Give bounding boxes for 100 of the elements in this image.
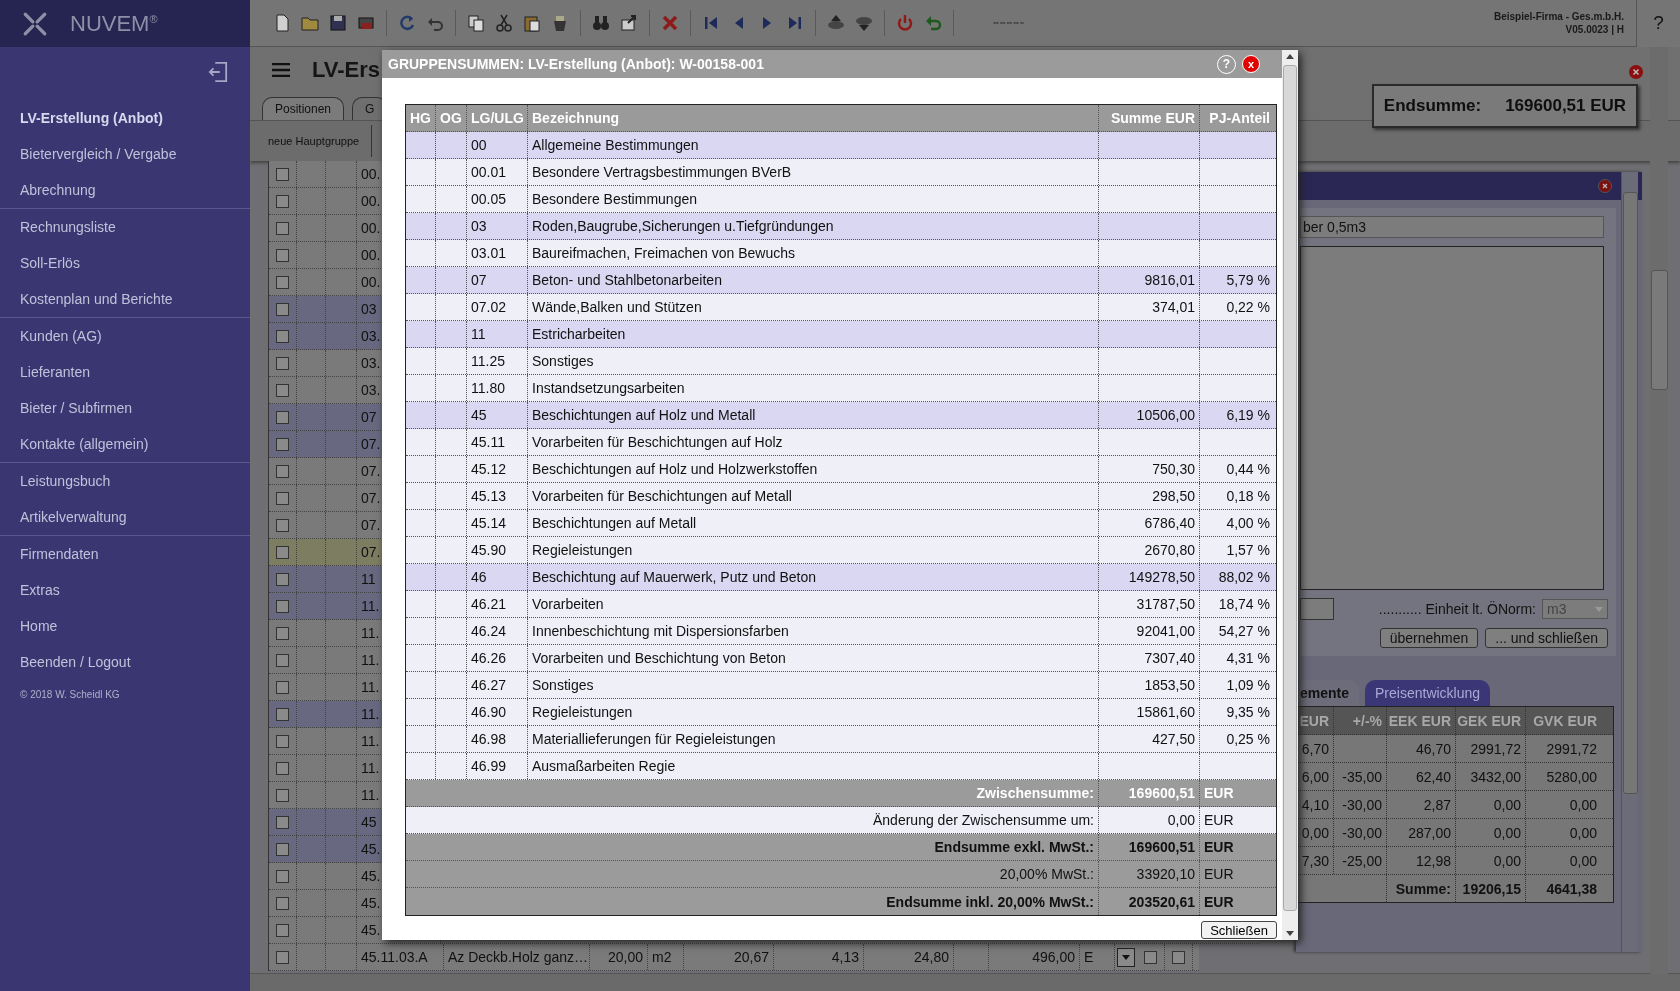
help-button[interactable]: ? [1636,0,1680,47]
checkbox[interactable] [276,275,289,289]
checkbox[interactable] [276,194,289,208]
table-cell: 7307,40 [1099,645,1200,671]
close-icon[interactable] [1629,65,1643,79]
sidebar-item[interactable]: Extras [0,572,250,608]
sidebar-item[interactable]: Beenden / Logout [0,644,250,680]
checkbox[interactable] [276,518,289,532]
vertical-scrollbar[interactable] [1650,47,1668,974]
checkbox[interactable] [1144,950,1157,964]
summary-value: 169600,51 [1099,780,1200,806]
currency-label: EUR [1203,811,1235,830]
close-button[interactable]: Schließen [1201,921,1277,939]
checkbox[interactable] [276,383,289,397]
checkbox[interactable] [276,869,289,883]
checkbox[interactable] [276,248,289,262]
table-cell: 92041,00 [1099,618,1200,644]
sidebar-item[interactable]: Bietervergleich / Vergabe [0,136,250,172]
table-cell: Roden,Baugrube,Sicherungen u.Tiefgründungen [528,213,1099,239]
tab[interactable]: emente [1296,680,1360,706]
summary-value: 203520,61 [1099,888,1200,915]
new-group-button[interactable]: neue Hauptgruppe [250,125,373,157]
checkbox[interactable] [276,329,289,343]
checkbox[interactable] [276,545,289,559]
sidebar-item[interactable]: Rechnungsliste [0,209,250,245]
checkbox[interactable] [1172,950,1185,964]
checkbox[interactable] [276,842,289,856]
input-field[interactable] [1300,598,1334,620]
checkbox[interactable] [276,896,289,910]
checkbox[interactable] [276,788,289,802]
text-field[interactable]: ber 0,5m3 [1300,216,1604,238]
scroll-down-arrow-icon[interactable] [1286,931,1294,936]
table-cell: 46.26 [467,645,528,671]
checkbox[interactable] [276,923,289,937]
table-cell: Beton- und Stahlbetonarbeiten [528,267,1099,293]
action-button[interactable]: übernehmen [1379,628,1479,648]
scroll-up-arrow-icon[interactable] [1286,54,1294,59]
horizontal-scrollbar[interactable] [250,973,1680,991]
sidebar-item[interactable]: Abrechnung [0,172,250,208]
vertical-scrollbar[interactable] [1282,50,1298,940]
collapse-sidebar-icon[interactable] [208,61,228,83]
table-cell: Beschichtungen auf Holz und Holzwerkstoffen [528,456,1099,482]
column-header: OG [436,105,467,131]
checkbox[interactable] [276,491,289,505]
sidebar-item[interactable]: Lieferanten [0,354,250,390]
checkbox[interactable] [276,653,289,667]
checkbox[interactable] [276,221,289,235]
table-cell: 03 [467,213,528,239]
table-cell: 03.01 [467,240,528,266]
sidebar-item[interactable]: Soll-Erlös [0,245,250,281]
checkbox[interactable] [276,302,289,316]
delete-icon[interactable] [660,13,680,33]
table-cell: 45.11.03.A [357,944,444,970]
checkbox[interactable] [276,356,289,370]
tab[interactable]: Positionen [262,97,345,120]
sidebar-item[interactable]: Kostenplan und Berichte [0,281,250,317]
table-cell: 0,00 [1456,791,1526,818]
checkbox[interactable] [276,626,289,640]
table-cell: Innenbeschichtung mit Dispersionsfarben [528,618,1099,644]
sidebar-item[interactable]: Artikelverwaltung [0,499,250,535]
column-header: GEK EUR [1456,707,1526,734]
table-cell: Vorarbeiten [528,591,1099,617]
table-cell: 10506,00 [1099,402,1200,428]
checkbox[interactable] [276,572,289,586]
binoculars-icon[interactable] [591,13,611,33]
copy-icon[interactable] [466,13,486,33]
action-button[interactable]: ... und schließen [1485,628,1608,648]
sidebar-item[interactable]: Firmendaten [0,536,250,572]
tab[interactable]: Preisentwicklung [1365,680,1491,706]
logo-icon [22,10,48,37]
power-icon[interactable] [895,13,915,33]
refresh-icon[interactable] [397,13,417,33]
column-header: GVK EUR [1532,711,1598,731]
save-icon[interactable] [328,13,348,33]
vertical-scrollbar[interactable] [1621,172,1638,952]
paste-icon[interactable] [522,13,542,33]
checkbox[interactable] [276,680,289,694]
checkbox[interactable] [276,734,289,748]
checkbox[interactable] [276,761,289,775]
checkbox[interactable] [276,950,289,964]
checkbox[interactable] [276,464,289,478]
close-icon[interactable] [1598,179,1612,193]
checkbox[interactable] [276,437,289,451]
checkbox[interactable] [276,410,289,424]
checkbox[interactable] [276,707,289,721]
menu-icon[interactable] [272,62,290,77]
sidebar-item[interactable]: LV-Erstellung (Anbot) [0,100,250,136]
checkbox[interactable] [276,599,289,613]
cut-icon[interactable] [494,13,514,33]
sidebar-item[interactable]: Bieter / Subfirmen [0,390,250,426]
close-button[interactable]: x [1242,55,1260,73]
sidebar-item[interactable]: Kunden (AG) [0,318,250,354]
sidebar-item[interactable]: Leistungsbuch [0,463,250,499]
sidebar-item[interactable]: Home [0,608,250,644]
checkbox[interactable] [276,815,289,829]
checkbox[interactable] [276,167,289,181]
table-cell-text: 9,35 % [1225,703,1271,722]
export-icon[interactable] [619,13,639,33]
sidebar-item[interactable]: Kontakte (allgemein) [0,426,250,462]
table-cell: 15861,60 [1099,699,1200,725]
